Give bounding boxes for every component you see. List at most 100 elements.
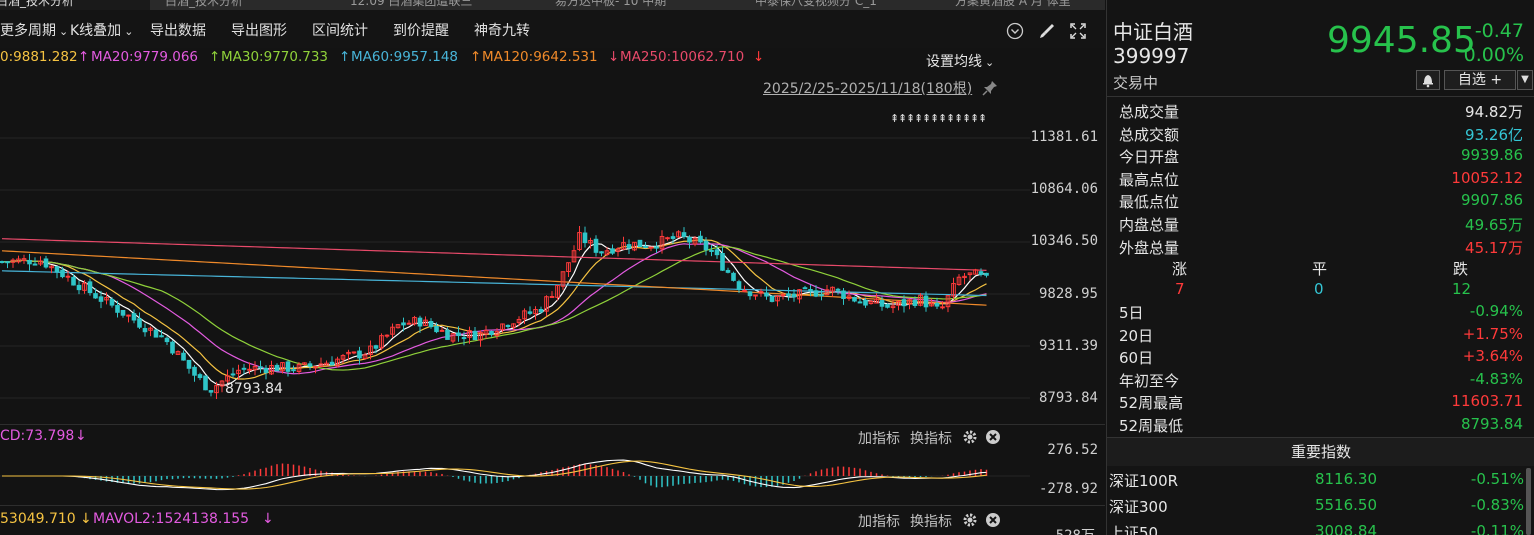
perf-value: +3.64% (1462, 347, 1523, 366)
tab-1[interactable]: 白酒_技术分析 (165, 0, 325, 10)
period-dropdown[interactable]: 更多周期 ⌄ (0, 20, 68, 40)
perf-row: 5日 -0.94% (1119, 302, 1523, 324)
candle-body (665, 237, 670, 240)
y-tick: 10864.06 (1030, 181, 1098, 197)
ma250-arrow: ↓ (608, 49, 620, 65)
perf-value: 8793.84 (1460, 415, 1523, 433)
candle-body (742, 289, 747, 292)
stat-value: 9907.86 (1460, 191, 1523, 210)
ma30-value: MA30:9770.733 (221, 49, 329, 65)
watchlist-dropdown[interactable]: ▼ (1517, 70, 1533, 90)
watchlist-label: 自选 + (1457, 72, 1503, 88)
gear-icon[interactable] (962, 429, 978, 445)
period-label: 更多周期 (0, 23, 56, 39)
perf-row: 60日 +3.64% (1119, 347, 1523, 369)
close-icon[interactable] (985, 512, 1001, 528)
ma10-line (1, 239, 987, 380)
interval-stats-button[interactable]: 区间统计 (312, 20, 368, 40)
close-icon[interactable] (985, 429, 1001, 445)
dea-line (2, 460, 987, 490)
nine-turn-button[interactable]: 神奇九转 (474, 20, 530, 40)
up-label: 涨 (1172, 260, 1188, 278)
macd-chart[interactable] (0, 448, 1105, 504)
candle-body (643, 245, 648, 249)
candle-body (98, 296, 104, 302)
ma60-value: MA60:9957.148 (351, 49, 459, 65)
scrollbar[interactable] (1526, 468, 1531, 535)
candle-body (109, 298, 115, 306)
brush-icon[interactable] (1038, 22, 1056, 40)
candle-body (417, 317, 423, 327)
candlestick-chart[interactable]: ⇞⇞⇞⇞⇞⇞⇞⇞⇞⇞⇞⇞ (0, 48, 1105, 424)
alert-button[interactable] (1416, 70, 1440, 90)
candle-body (687, 236, 692, 243)
tab-label: 白酒_技术分析 (165, 0, 244, 8)
stat-row: 最高点位 10052.12 (1119, 169, 1523, 191)
kline-overlay-dropdown[interactable]: K线叠加 ⌄ (70, 20, 133, 40)
index-row[interactable]: 深证100R 8116.30 -0.51% (1107, 470, 1527, 494)
candle-body (54, 266, 60, 273)
candle-body (863, 299, 868, 306)
candle-body (780, 294, 786, 297)
candle-body (32, 263, 38, 266)
candle-body (93, 293, 98, 299)
candle-body (434, 326, 439, 333)
tab-4[interactable]: 中泰保八变视频分 C_1 (755, 0, 925, 10)
candle-body (137, 318, 142, 328)
index-price: 3008.84 (1314, 522, 1377, 535)
export-data-button[interactable]: 导出数据 (150, 20, 206, 40)
candle-body (159, 335, 164, 338)
y-tick: 9311.39 (1038, 338, 1098, 354)
index-change: -0.51% (1470, 470, 1524, 488)
add-watchlist-button[interactable]: 自选 + (1444, 70, 1516, 90)
ma250-line (1, 238, 987, 271)
index-row[interactable]: 上证50 3008.84 -0.11% (1107, 522, 1527, 535)
pin-icon[interactable] (982, 80, 998, 96)
candle-body (709, 249, 714, 252)
bell-icon (1423, 75, 1433, 88)
index-section-header: 重要指数 (1107, 438, 1534, 466)
stock-name: 中证白酒 (1113, 20, 1193, 44)
chevron-down-icon: ⌄ (124, 25, 134, 38)
fullscreen-icon[interactable] (1069, 22, 1087, 40)
perf-value: -4.83% (1469, 369, 1523, 388)
candle-body (456, 332, 461, 337)
macd-axis-bottom: -278.92 (1038, 481, 1098, 497)
stat-label: 总成交量 (1119, 103, 1180, 121)
tab-2[interactable]: 12:09 白酒集团遭联三 (350, 0, 525, 10)
gear-icon[interactable] (962, 512, 978, 528)
tab-5[interactable]: 方案黄酒股 A 月 体里 (955, 0, 1105, 10)
index-row[interactable]: 深证300 5516.50 -0.83% (1107, 496, 1527, 520)
index-name: 深证300 (1109, 498, 1168, 516)
perf-label: 52周最低 (1119, 417, 1184, 435)
candle-body (885, 304, 890, 308)
stat-label: 内盘总量 (1119, 216, 1180, 234)
macd-axis-top: 276.52 (1047, 442, 1098, 458)
candle-body (285, 361, 291, 372)
tab-3[interactable]: 易方达中板- 10 中期 (555, 0, 725, 10)
ma-settings-dropdown[interactable]: 设置均线 ⌄ (926, 51, 994, 71)
candle-body (857, 301, 863, 304)
export-chart-button[interactable]: 导出图形 (231, 20, 287, 40)
candle-body (263, 367, 269, 373)
candle-body (65, 275, 71, 278)
down-label: 跌 (1453, 260, 1469, 278)
add-indicator-button[interactable]: 加指标 (858, 511, 900, 531)
ma60-line (1, 270, 987, 297)
swap-indicator-button[interactable]: 换指标 (910, 511, 952, 531)
stat-row: 今日开盘 9939.86 (1119, 146, 1523, 168)
price-alert-button[interactable]: 到价提醒 (393, 20, 449, 40)
candle-body (923, 295, 929, 308)
candle-body (120, 309, 126, 316)
tab-0[interactable]: 白酒_技术分析 (0, 0, 150, 10)
candle-body (747, 291, 753, 297)
dif-line (2, 459, 987, 491)
add-indicator-button[interactable]: 加指标 (858, 428, 900, 448)
low-point-label: 8793.84 (225, 381, 283, 397)
candle-body (186, 359, 192, 369)
chevron-circle-icon[interactable] (1006, 22, 1024, 40)
swap-indicator-button[interactable]: 换指标 (910, 428, 952, 448)
perf-value: -0.94% (1469, 302, 1523, 320)
flat-label: 平 (1312, 260, 1328, 278)
candle-body (126, 314, 131, 317)
